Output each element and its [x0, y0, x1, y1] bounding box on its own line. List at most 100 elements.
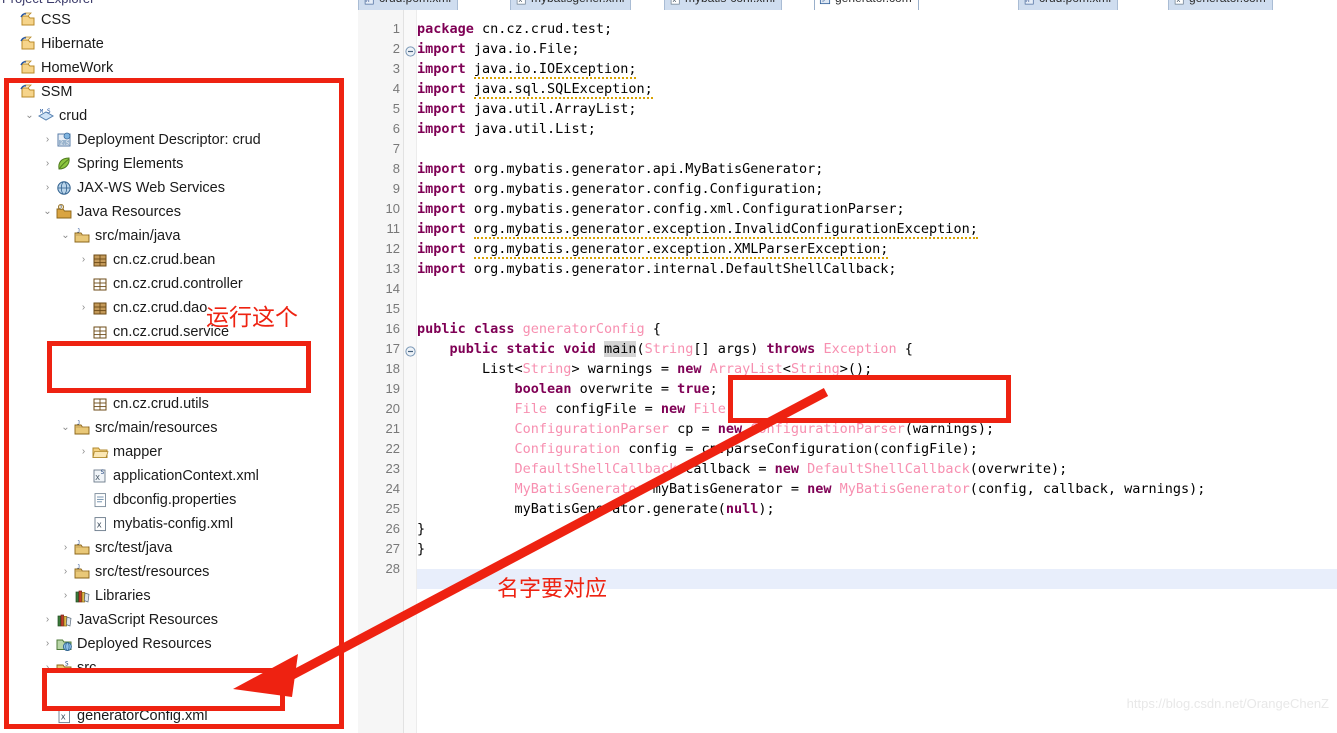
tree-item-dbconfig-properties[interactable]: dbconfig.properties [0, 488, 358, 512]
tree-item-cn-cz-crud-utils[interactable]: cn.cz.crud.utils [0, 392, 358, 416]
tree-item-javascript-resources[interactable]: › JavaScript Resources [0, 608, 358, 632]
code-line[interactable]: import org.mybatis.generator.exception.X… [417, 239, 889, 259]
line-number: 26 [385, 521, 400, 536]
code-line[interactable]: myBatisGenerator.generate(null); [417, 499, 775, 519]
tree-item-deployment-descriptor-crud[interactable]: › 2.5 Deployment Descriptor: crud [0, 128, 358, 152]
svg-text:S: S [47, 108, 51, 115]
chevron-right-icon[interactable]: › [42, 128, 53, 152]
tree-item-cn-cz-crud-test[interactable]: › cn.cz.crud.test [0, 344, 358, 368]
chevron-right-icon[interactable]: › [42, 680, 53, 704]
code-line[interactable]: import org.mybatis.generator.internal.De… [417, 259, 897, 279]
code-line[interactable]: } [417, 539, 425, 559]
code-line[interactable]: import java.util.ArrayList; [417, 99, 636, 119]
code-line[interactable]: import org.mybatis.generator.exception.I… [417, 219, 978, 239]
tree-item-css[interactable]: CSS [0, 8, 358, 32]
tree-item-applicationcontext-xml[interactable]: x SapplicationContext.xml [0, 464, 358, 488]
xml-file-icon: x [1172, 0, 1186, 6]
tree-item-label: mapper [113, 444, 163, 460]
editor-tab-4[interactable]: Mcrud.pom.xml [1018, 0, 1119, 10]
editor-tab-3[interactable]: Jgenerator.com [814, 0, 919, 10]
editor-folding-bar[interactable] [404, 10, 417, 733]
code-line[interactable]: import java.io.IOException; [417, 59, 637, 79]
editor-tab-2[interactable]: x mybatis-conf.xml [664, 0, 783, 10]
svg-text:x: x [1176, 0, 1180, 4]
tree-item-homework[interactable]: HomeWork [0, 56, 358, 80]
tree-item-label: applicationContext.xml [113, 468, 259, 484]
chevron-down-icon[interactable]: ⌄ [60, 416, 71, 440]
tree-item-libraries[interactable]: › Libraries [0, 584, 358, 608]
chevron-right-icon[interactable]: › [60, 584, 71, 608]
chevron-right-icon[interactable]: › [96, 368, 107, 392]
project-tree[interactable]: CSS Hibernate HomeWork SSM ⌄ M Scrud › 2.5 Deploy… [0, 8, 358, 733]
tree-item-crud[interactable]: ⌄ M Scrud [0, 104, 358, 128]
editor-tab-label: crud.pom.xml [379, 0, 451, 5]
chevron-right-icon[interactable]: › [42, 632, 53, 656]
editor-tab-label: generator.com [835, 0, 912, 5]
tree-item-src-test-java[interactable]: › Jsrc/test/java [0, 536, 358, 560]
code-line[interactable]: Configuration config = cp.parseConfigura… [417, 439, 978, 459]
spring-leaf-icon [55, 155, 73, 173]
code-line[interactable]: import java.util.List; [417, 119, 596, 139]
chevron-right-icon[interactable]: › [60, 560, 71, 584]
code-line[interactable]: import org.mybatis.generator.config.Conf… [417, 179, 823, 199]
chevron-right-icon[interactable]: › [60, 536, 71, 560]
tree-item-jax-ws-web-services[interactable]: › JAX-WS Web Services [0, 176, 358, 200]
tree-item-mybatis-config-xml[interactable]: x mybatis-config.xml [0, 512, 358, 536]
code-line[interactable]: package cn.cz.crud.test; [417, 19, 612, 39]
code-line[interactable]: public static void main(String[] args) t… [417, 339, 913, 359]
code-line[interactable]: File configFile = new File("generatorCon… [417, 399, 921, 419]
chevron-right-icon[interactable]: › [42, 608, 53, 632]
code-line[interactable]: List<String> warnings = new ArrayList<St… [417, 359, 872, 379]
tree-item-src-main-java[interactable]: ⌄ Jsrc/main/java [0, 224, 358, 248]
tree-item-cn-cz-crud-service[interactable]: cn.cz.crud.service [0, 320, 358, 344]
editor-tab-5[interactable]: x generator.com [1168, 0, 1273, 10]
properties-file-icon [91, 491, 109, 509]
tree-item-target[interactable]: › target [0, 680, 358, 704]
chevron-right-icon[interactable]: › [78, 440, 89, 464]
tree-item-src[interactable]: › Ssrc [0, 656, 358, 680]
code-line[interactable]: DefaultShellCallback callback = new Defa… [417, 459, 1068, 479]
code-line[interactable]: import java.sql.SQLException; [417, 79, 653, 99]
chevron-right-icon[interactable]: › [42, 176, 53, 200]
code-line[interactable]: import org.mybatis.generator.config.xml.… [417, 199, 905, 219]
fold-collapse-icon[interactable] [405, 344, 416, 357]
code-line[interactable]: import java.io.File; [417, 39, 580, 59]
tree-item-hibernate[interactable]: Hibernate [0, 32, 358, 56]
tree-item-src-main-resources[interactable]: ⌄ Jsrc/main/resources [0, 416, 358, 440]
chevron-right-icon[interactable]: › [78, 296, 89, 320]
tree-item-java-resources[interactable]: ⌄ J Java Resources [0, 200, 358, 224]
editor-code-area[interactable]: package cn.cz.crud.test; import java.io.F… [417, 10, 1337, 733]
chevron-right-icon[interactable]: › [78, 248, 89, 272]
tree-item-ssm[interactable]: SSM [0, 80, 358, 104]
code-line[interactable]: ConfigurationParser cp = new Configurati… [417, 419, 995, 439]
svg-text:J: J [59, 204, 62, 210]
tree-item-mapper[interactable]: › mapper [0, 440, 358, 464]
tree-item-label: src/main/java [95, 228, 181, 244]
chevron-down-icon[interactable]: ⌄ [60, 224, 71, 248]
tree-item-generatorconfig-java[interactable]: › J! generatorConfig.java [0, 367, 358, 393]
tree-item-label: HomeWork [41, 60, 114, 76]
code-line[interactable]: MyBatisGenerator myBatisGenerator = new … [417, 479, 1206, 499]
tree-item-src-test-resources[interactable]: › Jsrc/test/resources [0, 560, 358, 584]
line-number: 12 [385, 241, 400, 256]
chevron-right-icon[interactable]: › [78, 344, 89, 368]
tree-item-cn-cz-crud-bean[interactable]: › cn.cz.crud.bean [0, 248, 358, 272]
code-line[interactable]: import org.mybatis.generator.api.MyBatis… [417, 159, 823, 179]
editor-tab-0[interactable]: Mcrud.pom.xml [358, 0, 459, 10]
editor-tab-1[interactable]: x mybatisgener.xml [510, 0, 632, 10]
tree-item-spring-elements[interactable]: › Spring Elements [0, 152, 358, 176]
chevron-down-icon[interactable]: ⌄ [42, 200, 53, 224]
tree-item-cn-cz-crud-controller[interactable]: cn.cz.crud.controller [0, 272, 358, 296]
tree-item-deployed-resources[interactable]: › Deployed Resources [0, 632, 358, 656]
jaxws-icon [55, 179, 73, 197]
code-line[interactable]: } [417, 519, 425, 539]
chevron-down-icon[interactable]: ⌄ [24, 104, 35, 128]
code-line[interactable]: boolean overwrite = true; [417, 379, 718, 399]
chevron-right-icon[interactable]: › [42, 656, 53, 680]
fold-collapse-icon[interactable] [405, 44, 416, 57]
editor-tab-strip[interactable]: Mcrud.pom.xml x mybatisgener.xml x mybatis-c… [358, 0, 1337, 10]
chevron-right-icon[interactable]: › [42, 152, 53, 176]
tree-item-cn-cz-crud-dao[interactable]: › cn.cz.crud.dao [0, 296, 358, 320]
code-line[interactable]: public class generatorConfig { [417, 319, 661, 339]
